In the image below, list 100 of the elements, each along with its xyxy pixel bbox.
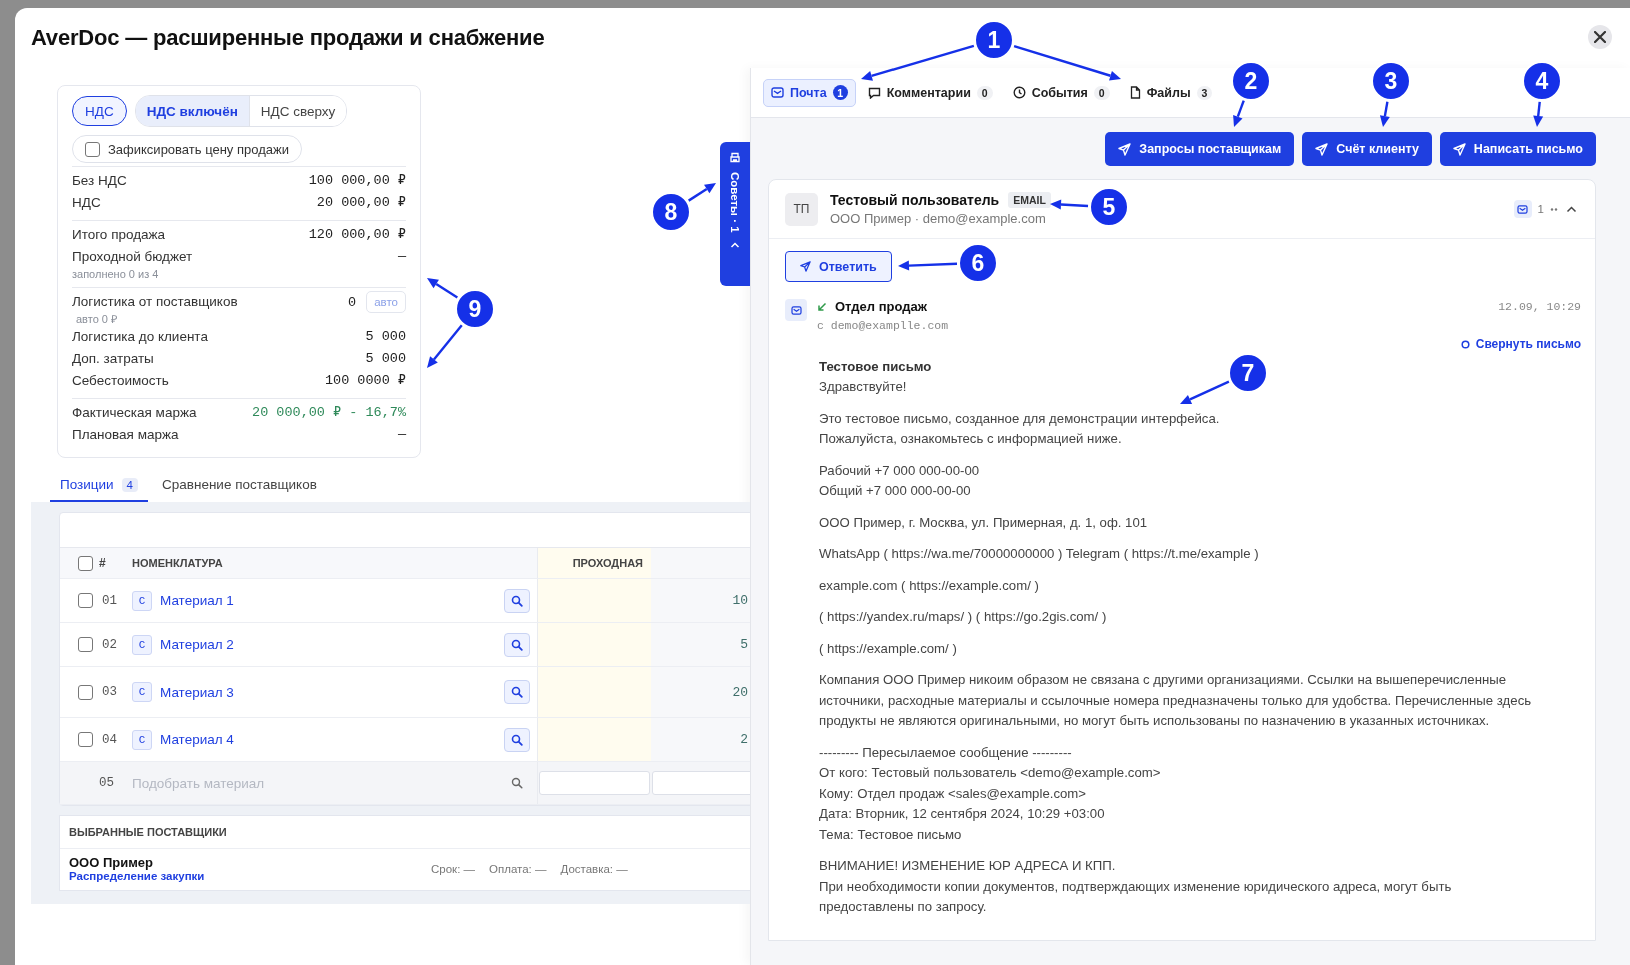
step-marker: 2 (1231, 61, 1271, 101)
checkbox-label: Зафиксировать цену продажи (108, 141, 289, 157)
item-type-label: С (132, 634, 152, 655)
summary-label: НДС (72, 194, 101, 212)
step-marker: 6 (958, 243, 998, 283)
collapse-link[interactable]: Свернуть письмо (1460, 337, 1581, 351)
summary-label: Плановая маржа (72, 426, 179, 444)
search-button[interactable] (504, 632, 530, 657)
email-text: Пожалуйста, ознакомьтесь с информацией ниже. (819, 430, 1122, 448)
action-button[interactable]: Запросы поставщикам (1105, 132, 1295, 166)
row-number: 05 (99, 776, 114, 790)
summary-label: Проходной бюджет (72, 248, 193, 266)
input-field[interactable] (652, 771, 750, 795)
material-link[interactable]: Материал 3 (160, 684, 234, 700)
search-icon (511, 686, 523, 698)
feed-tab[interactable]: Почта 1 (763, 78, 856, 107)
callout-arrow (427, 278, 458, 299)
select-all-checkbox[interactable] (78, 555, 93, 571)
mail-icon (771, 87, 784, 98)
tab-count: 4 (121, 477, 138, 492)
summary-value: 20 000,00 ₽ - 16,7% (252, 404, 406, 422)
summary-value: 20 000,00 ₽ (316, 194, 406, 212)
summary-value: — (397, 426, 406, 444)
printer-icon (729, 152, 741, 164)
sender-address: с demo@examplle.com (817, 319, 950, 332)
window-title: AverDoc — расширенные продажи и снабжение (31, 25, 545, 51)
summary-label: Без НДС (72, 172, 127, 190)
feed-tab[interactable]: Файлы 3 (1121, 78, 1221, 107)
row-checkbox[interactable] (78, 684, 93, 700)
material-search-field[interactable]: Подобрать материал (132, 775, 462, 791)
callout-arrow (1180, 380, 1230, 404)
row-checkbox[interactable] (78, 732, 93, 747)
item-type-label: С (132, 682, 152, 702)
summary-value: 120 000,00 ₽ (308, 226, 406, 244)
reply-button[interactable]: Ответить (785, 251, 892, 282)
email-text: Общий +7 000 000-00-00 (819, 482, 971, 500)
callout-arrow (1233, 100, 1245, 127)
summary-value: 100 0000 ₽ (324, 372, 406, 390)
fix-price-checkbox[interactable]: Зафиксировать цену продажи (72, 135, 302, 163)
material-link[interactable]: Материал 2 (160, 637, 234, 652)
item-type-label: С (132, 729, 152, 750)
summary-note: авто 0 ₽ (75, 312, 118, 326)
email-text: Дата: Вторник, 12 сентября 2024, 10:29 +03:00 (819, 805, 1105, 823)
close-button[interactable] (1588, 25, 1612, 49)
item-type-label: С (132, 590, 152, 611)
tab-count: 0 (1093, 85, 1110, 100)
summary-label: Фактическая маржа (72, 404, 197, 422)
row-checkbox[interactable] (78, 593, 93, 608)
sender-name: Отдел продаж (835, 299, 928, 314)
callout-arrow (688, 183, 716, 202)
checkbox[interactable] (85, 141, 100, 157)
search-icon (511, 733, 523, 746)
search-button[interactable] (504, 588, 530, 613)
chevron-up-icon (730, 240, 740, 249)
mail-icon (785, 299, 807, 321)
input-field[interactable] (539, 771, 650, 795)
column-header: ПРОХОДНАЯ (572, 557, 643, 569)
search-icon (511, 594, 523, 607)
row-checkbox[interactable] (78, 637, 93, 652)
feed-tab[interactable]: События 0 (1004, 78, 1118, 107)
search-icon (511, 638, 523, 651)
side-tab[interactable]: Советы · 1 (720, 142, 750, 286)
payment-text: Оплата: — (489, 862, 547, 875)
action-button[interactable]: Написать письмо (1439, 132, 1596, 166)
row-number: 04 (102, 732, 117, 747)
search-button[interactable] (504, 727, 530, 752)
tab[interactable]: Сравнение поставщиков (152, 477, 327, 502)
summary-value: 5 000 (365, 350, 406, 368)
action-button[interactable]: Счёт клиенту (1302, 132, 1432, 166)
step-marker: 4 (1522, 61, 1562, 101)
table-cell: 2 (651, 718, 750, 761)
mail-icon (1513, 200, 1532, 218)
collapse-toggle[interactable] (1564, 203, 1579, 215)
incoming-arrow-icon (817, 301, 827, 312)
material-link[interactable]: Материал 1 (160, 593, 234, 608)
summary-label: Себестоимость (72, 372, 169, 390)
callout-arrow (1379, 101, 1390, 127)
vat-toggle[interactable]: НДС (72, 96, 127, 126)
email-text: ( https://yandex.ru/maps/ ) ( https://go.2gis.com/ ) (819, 608, 1107, 626)
material-link[interactable]: Материал 4 (160, 732, 234, 747)
callout-arrow (1533, 101, 1544, 127)
column-header: # (99, 556, 106, 570)
distribution-link[interactable]: Распределение закупки (69, 870, 417, 882)
vat-mode-option[interactable]: НДС включён (135, 96, 249, 126)
summary-label: Логистика до клиента (72, 328, 208, 346)
step-marker: 8 (651, 192, 691, 232)
close-icon (1594, 31, 1606, 43)
chevron-up-icon (1566, 205, 1577, 213)
comment-icon (867, 86, 881, 99)
email-text: ООО Пример, г. Москва, ул. Примерная, д. 1, оф. 101 (819, 513, 1148, 532)
step-marker: 3 (1371, 61, 1411, 101)
callout-arrow (898, 260, 958, 271)
email-text: Тема: Тестовое письмо (819, 825, 962, 844)
search-button[interactable] (504, 680, 530, 704)
send-icon (800, 261, 811, 272)
email-text: От кого: Тестовый пользователь <demo@example.com> (819, 764, 1161, 782)
email-subject: Тестовое письмо (819, 358, 932, 376)
summary-note: заполнено 0 из 4 (72, 267, 160, 281)
vat-mode-option[interactable]: НДС сверху (248, 96, 347, 126)
summary-label: Логистика от поставщиков (72, 293, 238, 311)
